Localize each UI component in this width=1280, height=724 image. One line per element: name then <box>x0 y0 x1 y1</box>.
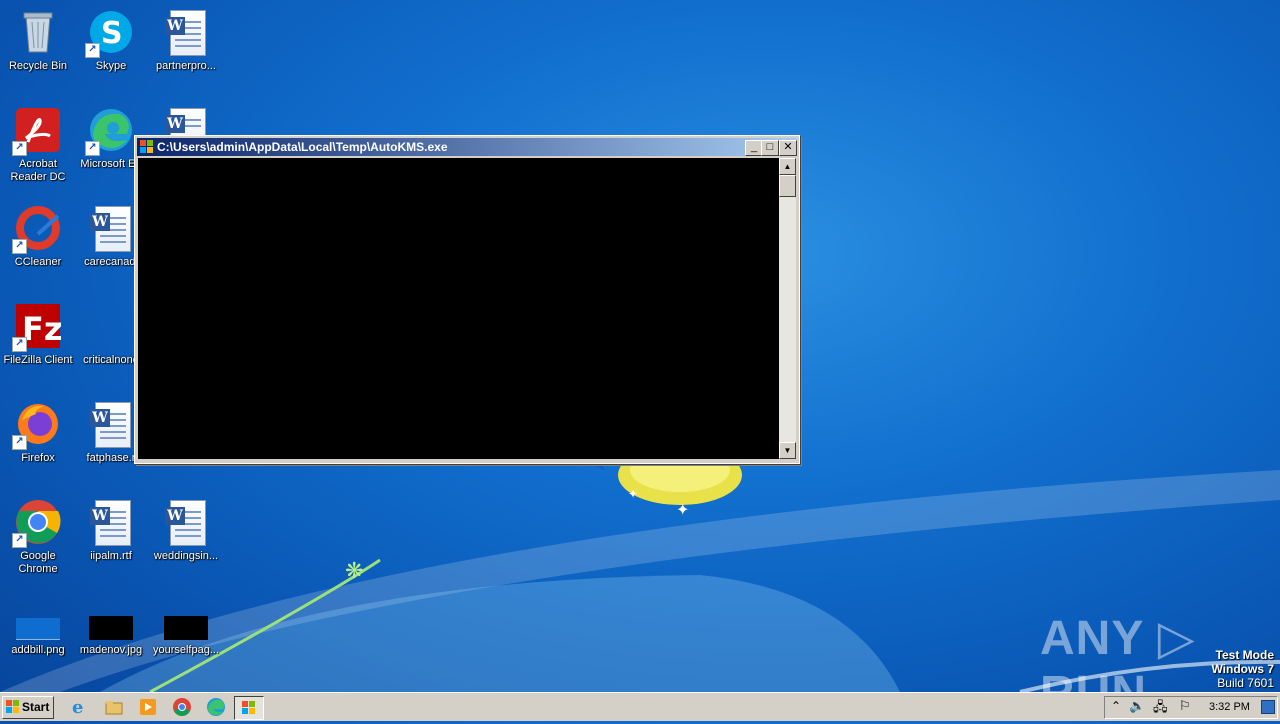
system-tray: ⌃ 🔈 🖧 ⚐ 3:32 PM <box>1104 696 1278 719</box>
svg-text:Fz: Fz <box>22 310 62 348</box>
desktop-icon-chrome[interactable]: ↗ Google Chrome <box>0 498 76 576</box>
maximize-button[interactable]: □ <box>761 140 779 156</box>
edge-icon: ↗ <box>85 106 135 156</box>
show-desktop-icon[interactable] <box>1261 700 1275 714</box>
svg-text:e: e <box>72 697 83 718</box>
console-output-area[interactable] <box>138 158 779 459</box>
desktop-icon-recycle-bin[interactable]: Recycle Bin <box>0 8 76 73</box>
show-hidden-icons-icon[interactable]: ⌃ <box>1111 699 1121 713</box>
start-label: Start <box>22 700 50 714</box>
shortcut-arrow-icon: ↗ <box>12 141 27 156</box>
autokms-icon <box>242 701 255 714</box>
close-button[interactable]: ✕ <box>779 140 797 156</box>
taskbar-media-player-button[interactable] <box>136 696 160 718</box>
clock[interactable]: 3:32 PM <box>1209 701 1250 713</box>
action-center-flag-icon[interactable]: ⚐ <box>1179 698 1191 714</box>
firefox-icon: ↗ <box>12 400 62 450</box>
svg-text:✦: ✦ <box>676 502 689 519</box>
console-title: C:\Users\admin\AppData\Local\Temp\AutoKM… <box>157 140 448 154</box>
desktop-icon-label: FileZilla Client <box>3 354 73 366</box>
word-document-icon: W <box>87 498 135 546</box>
desktop-icon-yourselfpag[interactable]: yourselfpag... <box>148 604 224 657</box>
taskbar-autokms-button[interactable] <box>234 696 264 720</box>
desktop-icon-label: Recycle Bin <box>8 60 68 72</box>
desktop-icon-label: partnerpro... <box>156 60 216 72</box>
desktop-icon-label: iipalm.rtf <box>90 550 132 562</box>
windows-flag-icon <box>140 140 153 153</box>
taskbar-ie-button[interactable]: e <box>68 696 92 718</box>
desktop-icon-madenov[interactable]: madenov.jpg <box>73 604 149 657</box>
skype-icon: S ↗ <box>85 8 135 58</box>
scroll-down-arrow-icon[interactable]: ▼ <box>779 442 796 459</box>
start-button[interactable]: Start <box>2 696 54 719</box>
desktop-icon-label: CCleaner <box>14 256 62 268</box>
desktop-icon-label: madenov.jpg <box>79 644 143 656</box>
shortcut-arrow-icon: ↗ <box>12 533 27 548</box>
taskbar-edge-button[interactable] <box>204 696 228 718</box>
volume-icon[interactable]: 🔈 <box>1129 698 1145 714</box>
word-document-icon: W <box>87 400 135 448</box>
desktop-icon-label: Skype <box>95 60 127 72</box>
chrome-icon: ↗ <box>12 498 62 548</box>
desktop-icon-label: Firefox <box>21 452 55 464</box>
desktop-icon-filezilla[interactable]: Fz ↗ FileZilla Client <box>0 302 76 367</box>
desktop-icon-label: Google Chrome <box>18 550 58 575</box>
shortcut-arrow-icon: ↗ <box>12 435 27 450</box>
scroll-up-arrow-icon[interactable]: ▲ <box>779 158 796 175</box>
shortcut-arrow-icon: ↗ <box>12 337 27 352</box>
vertical-scrollbar[interactable]: ▲ ▼ <box>779 158 796 459</box>
svg-text:❋: ❋ <box>345 558 363 583</box>
filezilla-icon: Fz ↗ <box>12 302 62 352</box>
desktop-icon-skype[interactable]: S ↗ Skype <box>73 8 149 73</box>
desktop-icon-weddingsin[interactable]: W weddingsin... <box>148 498 224 563</box>
explorer-icon <box>105 701 123 715</box>
recycle-bin-icon <box>14 8 62 56</box>
console-title-bar[interactable]: C:\Users\admin\AppData\Local\Temp\AutoKM… <box>137 138 797 156</box>
desktop-icon-iipalm[interactable]: W iipalm.rtf <box>73 498 149 563</box>
chrome-icon <box>173 698 191 716</box>
image-file-icon <box>162 604 210 640</box>
test-mode-notice: Test Mode Windows 7 Build 7601 <box>1211 648 1274 690</box>
desktop-icon-acrobat[interactable]: ↗ Acrobat Reader DC <box>0 106 76 184</box>
shortcut-arrow-icon: ↗ <box>85 43 100 58</box>
taskbar-explorer-button[interactable] <box>102 696 126 718</box>
word-document-icon: W <box>162 8 210 56</box>
word-document-icon: W <box>87 204 135 252</box>
edge-icon <box>207 698 225 716</box>
windows-version-line: Windows 7 <box>1211 662 1274 676</box>
acrobat-icon: ↗ <box>12 106 62 156</box>
taskbar: Start e ⌃ 🔈 🖧 ⚐ 3:32 PM <box>0 692 1280 721</box>
scroll-thumb[interactable] <box>779 175 796 197</box>
svg-text:✦: ✦ <box>628 487 638 501</box>
desktop-icon-label: Acrobat Reader DC <box>10 158 66 183</box>
ie-icon: e <box>72 697 83 718</box>
desktop-icon-firefox[interactable]: ↗ Firefox <box>0 400 76 465</box>
shortcut-arrow-icon: ↗ <box>85 141 100 156</box>
windows-flag-icon <box>6 700 19 713</box>
word-document-icon: W <box>162 498 210 546</box>
desktop-icon-ccleaner[interactable]: ↗ CCleaner <box>0 204 76 269</box>
taskbar-chrome-button[interactable] <box>170 696 194 718</box>
image-file-icon <box>87 604 135 640</box>
test-mode-line: Test Mode <box>1215 648 1274 662</box>
build-line: Build 7601 <box>1217 676 1274 690</box>
shortcut-arrow-icon: ↗ <box>12 239 27 254</box>
network-icon[interactable]: 🖧 <box>1153 698 1168 720</box>
svg-text:S: S <box>101 16 123 51</box>
desktop-icon-label: yourselfpag... <box>152 644 220 656</box>
desktop-icon-addbill[interactable]: addbill.png <box>0 604 76 657</box>
ccleaner-icon: ↗ <box>12 204 62 254</box>
desktop-icon-partnerpro[interactable]: W partnerpro... <box>148 8 224 73</box>
blank-file-icon <box>87 302 135 350</box>
media-player-icon <box>140 699 156 715</box>
image-file-icon <box>14 604 62 641</box>
desktop-icon-label: addbill.png <box>11 644 65 656</box>
desktop-icon-label: weddingsin... <box>153 550 219 562</box>
console-window[interactable]: C:\Users\admin\AppData\Local\Temp\AutoKM… <box>134 135 800 464</box>
